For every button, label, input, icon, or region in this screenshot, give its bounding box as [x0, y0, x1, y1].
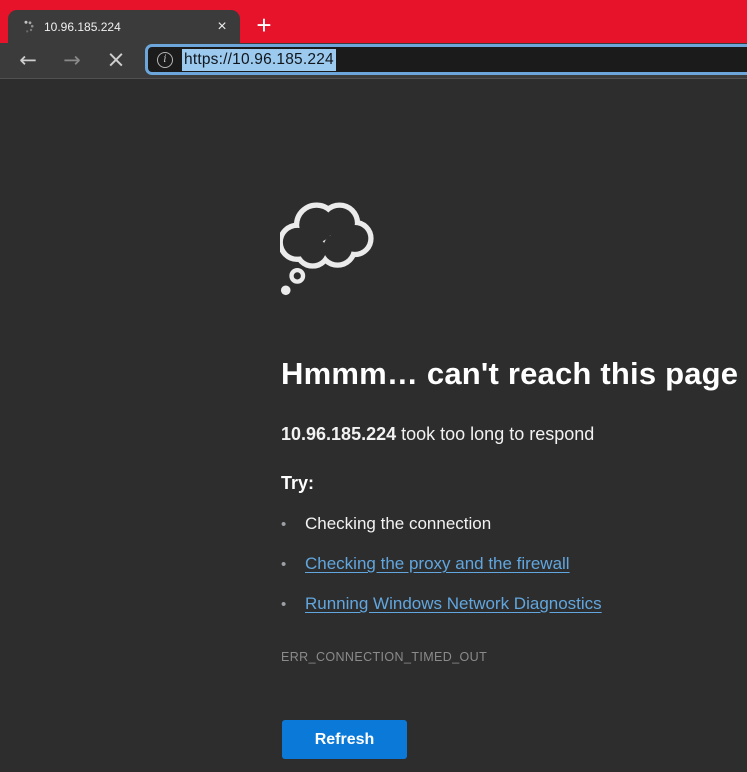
- bullet-icon: •: [281, 596, 305, 613]
- address-bar[interactable]: i https://10.96.185.224: [145, 44, 747, 75]
- new-tab-button[interactable]: +: [249, 11, 279, 41]
- error-subtitle-text: took too long to respond: [396, 424, 594, 444]
- suggestion-network-diagnostics-link[interactable]: Running Windows Network Diagnostics: [305, 594, 602, 614]
- loading-spinner-icon: [20, 19, 36, 35]
- site-info-icon[interactable]: i: [157, 52, 173, 68]
- url-selected-text[interactable]: https://10.96.185.224: [182, 49, 336, 71]
- list-item: • Checking the connection: [281, 514, 602, 540]
- suggestion-list: • Checking the connection • Checking the…: [281, 514, 602, 634]
- tab-10-96-185-224[interactable]: 10.96.185.224 ×: [8, 10, 240, 43]
- list-item: • Checking the proxy and the firewall: [281, 554, 602, 580]
- tab-strip: 10.96.185.224 × +: [0, 0, 747, 43]
- navigation-toolbar: ← → × i https://10.96.185.224: [0, 43, 747, 79]
- suggestion-check-connection: Checking the connection: [305, 514, 491, 534]
- thought-cloud-icon: [280, 198, 376, 305]
- try-label: Try:: [281, 473, 314, 494]
- stop-button[interactable]: ×: [99, 43, 133, 78]
- suggestion-proxy-firewall-link[interactable]: Checking the proxy and the firewall: [305, 554, 570, 574]
- error-host: 10.96.185.224: [281, 424, 396, 444]
- error-title: Hmmm… can't reach this page: [281, 356, 738, 392]
- forward-button[interactable]: →: [55, 43, 89, 78]
- refresh-button[interactable]: Refresh: [282, 720, 407, 759]
- error-code: ERR_CONNECTION_TIMED_OUT: [281, 650, 487, 664]
- error-subtitle: 10.96.185.224 took too long to respond: [281, 424, 594, 445]
- bullet-icon: •: [281, 516, 305, 533]
- list-item: • Running Windows Network Diagnostics: [281, 594, 602, 620]
- browser-window: 10.96.185.224 × + ← → × i https://10.96.…: [0, 0, 747, 772]
- bullet-icon: •: [281, 556, 305, 573]
- error-page: Hmmm… can't reach this page 10.96.185.22…: [0, 80, 747, 772]
- tab-close-icon[interactable]: ×: [212, 17, 232, 37]
- back-button[interactable]: ←: [11, 43, 45, 78]
- tab-title: 10.96.185.224: [44, 20, 212, 34]
